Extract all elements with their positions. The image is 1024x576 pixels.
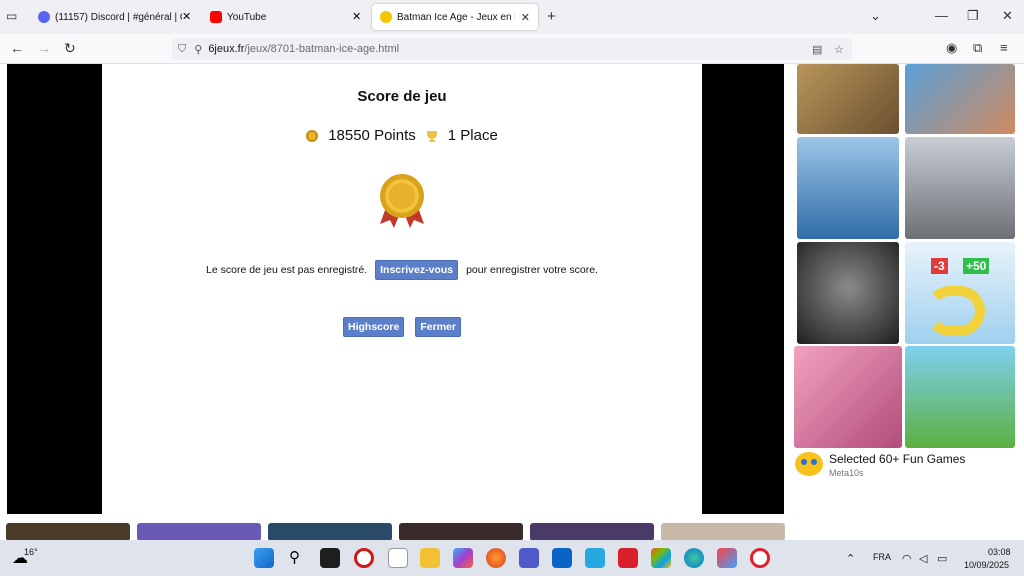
new-tab-button[interactable]: + xyxy=(547,8,556,25)
chevron-down-icon[interactable]: ⌄ xyxy=(870,8,881,24)
tlc-icon[interactable] xyxy=(618,548,638,568)
chevron-up-icon[interactable]: ⌃ xyxy=(846,552,855,565)
promo-title[interactable]: Selected 60+ Fun Games xyxy=(829,452,965,466)
extensions-icon[interactable]: ⧉ xyxy=(973,40,982,56)
game-thumb-bottom-5[interactable] xyxy=(530,523,654,541)
game-thumb-sniper[interactable] xyxy=(905,137,1015,239)
notepad-icon[interactable] xyxy=(388,548,408,568)
coin-icon xyxy=(306,129,319,142)
promo-subtitle: Meta10s xyxy=(829,468,864,478)
message-after: pour enregistrer votre score. xyxy=(466,264,598,276)
game-thumb-mario[interactable] xyxy=(905,346,1015,448)
score-title: Score de jeu xyxy=(357,88,447,105)
highscore-button[interactable]: Highscore xyxy=(343,317,405,337)
tab-title: Batman Ice Age - Jeux en ligne xyxy=(397,11,515,23)
firefox-icon[interactable] xyxy=(486,548,506,568)
page-content: Score de jeu 18550 Points 1 Place Le sco… xyxy=(0,64,1024,541)
game-thumb-bottom-4[interactable] xyxy=(399,523,523,541)
back-icon[interactable]: ← xyxy=(10,40,24,56)
thumb-overlay-minus: -3 xyxy=(931,258,948,274)
url-path: /jeux/8701-batman-ice-age.html xyxy=(244,43,400,55)
search-icon[interactable]: ⚲ xyxy=(289,548,300,566)
discord-icon xyxy=(38,11,50,23)
signup-message: Le score de jeu est pas enregistré. Insc… xyxy=(102,260,702,280)
bookmark-star-icon[interactable]: ☆ xyxy=(834,43,844,56)
close-tab-icon[interactable]: ✕ xyxy=(352,10,361,23)
action-buttons: Highscore Fermer xyxy=(102,317,702,337)
volume-icon[interactable]: ◁ xyxy=(919,552,927,565)
opera-icon[interactable] xyxy=(750,548,770,568)
record-icon[interactable] xyxy=(354,548,374,568)
shield-icon[interactable]: ⛉ xyxy=(178,43,186,56)
edge-icon[interactable] xyxy=(684,548,704,568)
score-panel: Score de jeu 18550 Points 1 Place Le sco… xyxy=(102,64,702,514)
app-icon[interactable] xyxy=(717,548,737,568)
account-icon[interactable]: ◉ xyxy=(946,40,957,56)
game-thumb-bottom-6[interactable] xyxy=(661,523,785,541)
tab-list-icon[interactable]: ▭ xyxy=(6,9,20,23)
game-thumb-run[interactable]: -3 +50 xyxy=(905,242,1015,344)
clock-date[interactable]: 10/09/2025 xyxy=(964,560,1009,570)
close-tab-icon[interactable]: ✕ xyxy=(182,10,191,23)
tab-batman-active[interactable]: Batman Ice Age - Jeux en ligne ✕ xyxy=(372,4,538,30)
page-info-icon[interactable]: ⚲ xyxy=(194,43,202,56)
points-value: 18550 Points xyxy=(328,127,416,144)
tab-youtube[interactable]: YouTube xyxy=(202,4,367,30)
navigation-bar: ← → ↻ ⛉ ⚲ 6jeux.fr/jeux/8701-batman-ice-… xyxy=(0,34,1024,64)
file-explorer-icon[interactable] xyxy=(420,548,440,568)
score-stats: 18550 Points 1 Place xyxy=(102,127,702,144)
windows-taskbar: ☁ 16° ⚲ ⌃ FRA ◠ ◁ ▭ 03:08 10/09/2025 xyxy=(0,540,1024,576)
m365-icon[interactable] xyxy=(453,548,473,568)
start-icon[interactable] xyxy=(254,548,274,568)
gold-medal-icon xyxy=(380,174,424,228)
store-icon[interactable] xyxy=(651,548,671,568)
pacman-icon xyxy=(380,11,392,23)
game-thumb-spider[interactable] xyxy=(797,137,899,239)
outlook-icon[interactable] xyxy=(552,548,572,568)
game-thumb-shooter[interactable] xyxy=(797,64,899,134)
game-thumb-bottom-2[interactable] xyxy=(137,523,261,541)
menu-icon[interactable]: ≡ xyxy=(1000,40,1008,55)
task-view-icon[interactable] xyxy=(320,548,340,568)
game-thumb-bottom-1[interactable] xyxy=(6,523,130,541)
game-thumb-kiss[interactable] xyxy=(794,346,902,448)
close-tab-icon[interactable]: ✕ xyxy=(521,11,530,24)
message-before: Le score de jeu est pas enregistré. xyxy=(206,264,368,276)
game-frame: Score de jeu 18550 Points 1 Place Le sco… xyxy=(7,64,784,514)
game-thumb-granny[interactable] xyxy=(797,242,899,344)
tab-discord[interactable]: (11157) Discord | #général | Opt xyxy=(30,4,190,30)
game-thumb-bottom-3[interactable] xyxy=(268,523,392,541)
restore-button[interactable]: ❐ xyxy=(967,8,979,24)
trophy-icon xyxy=(426,130,437,142)
minimize-button[interactable]: — xyxy=(935,8,948,23)
url-host: 6jeux.fr xyxy=(208,43,245,55)
signup-button[interactable]: Inscrivez-vous xyxy=(375,260,459,280)
reload-icon[interactable]: ↻ xyxy=(64,40,76,57)
tab-title: (11157) Discord | #général | Opt xyxy=(55,11,182,23)
game-thumb-stickman[interactable] xyxy=(905,64,1015,134)
molotov-icon[interactable] xyxy=(585,548,605,568)
reader-view-icon[interactable]: ▤ xyxy=(812,43,822,56)
language-indicator[interactable]: FRA xyxy=(873,552,891,562)
forward-icon[interactable]: → xyxy=(37,40,51,56)
thumb-overlay-plus: +50 xyxy=(963,258,990,274)
tab-title: YouTube xyxy=(227,11,267,23)
close-button[interactable]: Fermer xyxy=(415,317,461,337)
weather-temp: 16° xyxy=(24,547,38,557)
tab-strip: ▭ (11157) Discord | #général | Opt ✕ You… xyxy=(0,0,1024,34)
meta10s-logo-icon xyxy=(795,452,823,476)
youtube-icon xyxy=(210,11,222,23)
teams-icon[interactable] xyxy=(519,548,539,568)
place-value: 1 Place xyxy=(447,127,498,144)
close-window-button[interactable]: ✕ xyxy=(1002,8,1013,24)
wifi-icon[interactable]: ◠ xyxy=(902,552,912,565)
address-bar[interactable]: ⛉ ⚲ 6jeux.fr/jeux/8701-batman-ice-age.ht… xyxy=(172,38,852,60)
clock-time[interactable]: 03:08 xyxy=(988,547,1011,557)
battery-icon[interactable]: ▭ xyxy=(937,552,947,565)
